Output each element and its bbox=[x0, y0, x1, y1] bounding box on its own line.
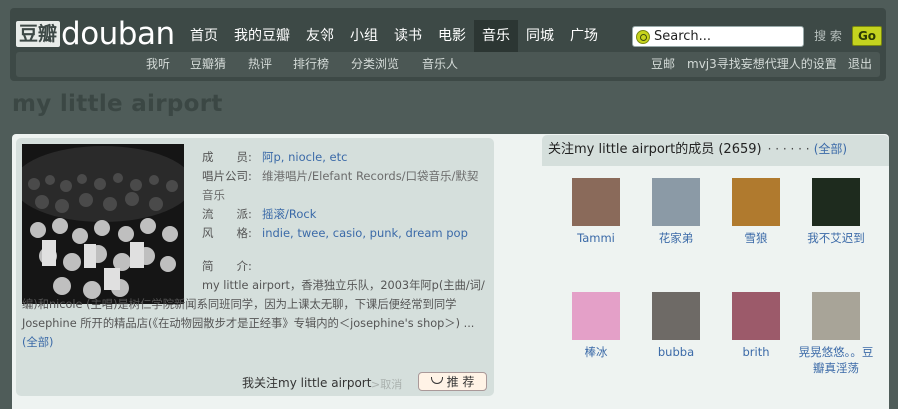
nav-item-2[interactable]: 友邻 bbox=[298, 20, 342, 52]
subnav-item-guess[interactable]: 豆瓣猜 bbox=[190, 52, 226, 77]
genre-value[interactable]: 摇滚/Rock bbox=[262, 207, 316, 221]
member-item[interactable]: Tammi bbox=[556, 178, 636, 246]
smile-icon bbox=[430, 376, 443, 384]
nav-item-4[interactable]: 读书 bbox=[386, 20, 430, 52]
subnav-item-listening[interactable]: 我听 bbox=[146, 52, 170, 77]
member-item[interactable]: 雪狼 bbox=[716, 178, 796, 246]
member-item[interactable]: 花家弟 bbox=[636, 178, 716, 246]
member-item[interactable]: 晃晃悠悠。。豆瓣真淫荡 bbox=[796, 292, 876, 376]
member-name[interactable]: 我不艾迟到 bbox=[796, 230, 876, 246]
member-name[interactable]: 雪狼 bbox=[716, 230, 796, 246]
artist-info-box: 成 员: 阿p, niocle, etc 唱片公司: 维港唱片/Elefant Re… bbox=[16, 138, 494, 396]
intro-label-row: 简 介: bbox=[202, 257, 262, 276]
members-value[interactable]: 阿p, niocle, etc bbox=[262, 150, 347, 164]
sub-nav: 我听 豆瓣猜 热评 排行榜 分类浏览 音乐人 豆邮 mvj3寻找妄想代理人的设置… bbox=[16, 52, 880, 77]
nav-item-3[interactable]: 小组 bbox=[342, 20, 386, 52]
record-label-value-cont: 音乐 bbox=[202, 188, 225, 202]
info-row-label-cont: 音乐 bbox=[202, 186, 225, 205]
subnav-item-charts[interactable]: 排行榜 bbox=[293, 52, 329, 77]
member-name[interactable]: 晃晃悠悠。。豆瓣真淫荡 bbox=[796, 344, 876, 376]
nav-item-5[interactable]: 电影 bbox=[430, 20, 474, 52]
subnav-item-hot-reviews[interactable]: 热评 bbox=[248, 52, 272, 77]
member-item[interactable]: 我不艾迟到 bbox=[796, 178, 876, 246]
member-name[interactable]: Tammi bbox=[556, 230, 636, 246]
member-avatar[interactable] bbox=[732, 292, 780, 340]
member-name[interactable]: bubba bbox=[636, 344, 716, 360]
search-icon bbox=[636, 29, 650, 44]
record-label-label: 唱片公司: bbox=[202, 169, 252, 183]
member-avatar[interactable] bbox=[572, 178, 620, 226]
follow-status: 我关注my little airport bbox=[242, 376, 372, 390]
members-panel: 关注my little airport的成员 (2659) · · · · · ·… bbox=[542, 134, 889, 409]
search-input[interactable] bbox=[654, 29, 794, 44]
member-name[interactable]: brith bbox=[716, 344, 796, 360]
logo-english: douban bbox=[61, 16, 175, 52]
intro-text-block: my little airport，香港独立乐队，2003年阿p(主曲/词/编)… bbox=[22, 276, 486, 352]
member-item[interactable]: bubba bbox=[636, 292, 716, 360]
nav-item-1[interactable]: 我的豆瓣 bbox=[226, 20, 298, 52]
page-title: my little airport bbox=[12, 91, 223, 117]
subnav-item-settings[interactable]: mvj3寻找妄想代理人的设置 bbox=[687, 52, 837, 77]
member-item[interactable]: 棒冰 bbox=[556, 292, 636, 360]
member-avatar[interactable] bbox=[812, 292, 860, 340]
info-row-members: 成 员: 阿p, niocle, etc bbox=[202, 148, 347, 167]
info-row-label: 唱片公司: 维港唱片/Elefant Records/口袋音乐/默契 bbox=[202, 167, 478, 186]
intro-text: my little airport，香港独立乐队，2003年阿p(主曲/词/编)… bbox=[22, 279, 485, 330]
member-avatar[interactable] bbox=[732, 178, 780, 226]
cancel-follow-link[interactable]: >取消 bbox=[371, 376, 402, 392]
search-box[interactable] bbox=[632, 26, 804, 47]
subnav-item-browse[interactable]: 分类浏览 bbox=[351, 52, 399, 77]
members-all-link[interactable]: (全部) bbox=[814, 142, 847, 156]
intro-label: 简 介: bbox=[202, 259, 252, 273]
member-avatar[interactable] bbox=[812, 178, 860, 226]
recommend-label: 推 荐 bbox=[446, 375, 475, 389]
members-heading: 关注my little airport的成员 (2659) · · · · · ·… bbox=[542, 135, 889, 166]
nav-item-8[interactable]: 广场 bbox=[562, 20, 606, 52]
heading-dots: · · · · · · bbox=[767, 142, 810, 156]
nav-item-0[interactable]: 首页 bbox=[182, 20, 226, 52]
top-navigation-bar: 豆瓣 douban 首页我的豆瓣友邻小组读书电影音乐同城广场 搜 索 Go 我听… bbox=[10, 8, 886, 81]
douban-logo[interactable]: 豆瓣 douban bbox=[16, 14, 175, 54]
member-avatar[interactable] bbox=[572, 292, 620, 340]
nav-item-7[interactable]: 同城 bbox=[518, 20, 562, 52]
search-label[interactable]: 搜 索 bbox=[806, 25, 850, 47]
record-label-value: 维港唱片/Elefant Records/口袋音乐/默契 bbox=[262, 169, 479, 183]
nav-item-6[interactable]: 音乐 bbox=[474, 20, 518, 52]
go-button[interactable]: Go bbox=[852, 26, 882, 46]
style-label: 风 格: bbox=[202, 226, 252, 240]
subnav-item-logout[interactable]: 退出 bbox=[848, 52, 872, 77]
members-heading-text: 关注my little airport的成员 (2659) bbox=[548, 142, 762, 157]
logo-chinese: 豆瓣 bbox=[16, 21, 61, 47]
member-avatar[interactable] bbox=[652, 178, 700, 226]
member-item[interactable]: brith bbox=[716, 292, 796, 360]
intro-more-link[interactable]: (全部) bbox=[22, 336, 53, 349]
main-nav: 首页 我的豆瓣 友邻 小组 读书 电影 音乐 同城 广场 bbox=[182, 20, 606, 52]
member-name[interactable]: 花家弟 bbox=[636, 230, 716, 246]
genre-label: 流 派: bbox=[202, 207, 252, 221]
info-row-genre: 流 派: 摇滚/Rock bbox=[202, 205, 316, 224]
subnav-item-mail[interactable]: 豆邮 bbox=[651, 52, 675, 77]
recommend-button[interactable]: 推 荐 bbox=[418, 372, 487, 391]
info-row-style: 风 格: indie, twee, casio, punk, dream pop bbox=[202, 224, 468, 243]
content-panel: 成 员: 阿p, niocle, etc 唱片公司: 维港唱片/Elefant Re… bbox=[12, 134, 889, 409]
members-label: 成 员: bbox=[202, 150, 252, 164]
subnav-item-musicians[interactable]: 音乐人 bbox=[422, 52, 458, 77]
member-avatar[interactable] bbox=[652, 292, 700, 340]
member-name[interactable]: 棒冰 bbox=[556, 344, 636, 360]
style-value[interactable]: indie, twee, casio, punk, dream pop bbox=[262, 226, 468, 240]
